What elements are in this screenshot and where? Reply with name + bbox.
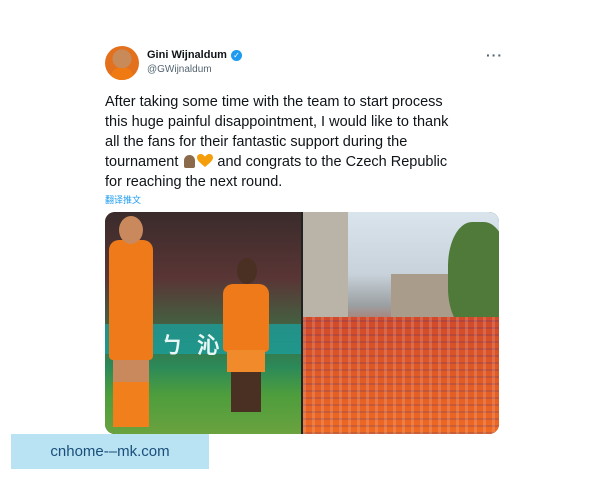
verified-badge-icon: ✓ — [230, 49, 242, 61]
tweet-line: for reaching the next round. — [105, 174, 283, 190]
author-display-name[interactable]: Gini Wijnaldum — [147, 49, 227, 61]
more-horizontal-icon[interactable]: ··· — [486, 47, 503, 63]
tweet-line-text: and congrats to the Czech Republic — [217, 154, 448, 170]
tweet-card: Gini Wijnaldum ✓ @GWijnaldum ··· After t… — [0, 0, 600, 480]
tweet-line: all the fans for their fantastic support… — [105, 134, 408, 150]
photo-fans-crowd[interactable] — [303, 212, 499, 434]
player-figure — [109, 240, 153, 360]
tweet-line: this huge painful disappointment, I woul… — [105, 114, 449, 130]
author-name-row: Gini Wijnaldum ✓ — [147, 49, 242, 61]
tweet-line: After taking some time with the team to … — [105, 94, 443, 110]
tweet-text: After taking some time with the team to … — [105, 92, 505, 192]
watermark: cnhome-–mk.com — [11, 434, 209, 469]
tree — [448, 222, 499, 332]
folded-hands-emoji-icon — [182, 154, 197, 168]
avatar[interactable] — [105, 46, 139, 80]
tweet-line: tournament and congrats to the Czech Rep… — [105, 152, 505, 172]
orange-crowd — [303, 317, 499, 434]
author-handle[interactable]: @GWijnaldum — [147, 64, 212, 75]
tweet-line-text: tournament — [105, 154, 179, 170]
player-socks — [113, 382, 149, 427]
photo-players[interactable]: 吉 ㄅ 沁 — [105, 212, 301, 434]
player-legs — [231, 372, 261, 412]
translate-tweet-link[interactable]: 翻译推文 — [105, 193, 141, 206]
tweet-media-grid: 吉 ㄅ 沁 — [105, 212, 499, 434]
player-shorts — [227, 350, 265, 372]
orange-heart-emoji-icon — [197, 154, 214, 168]
player-figure — [223, 284, 269, 352]
player-head — [237, 258, 257, 284]
player-head — [119, 216, 143, 244]
